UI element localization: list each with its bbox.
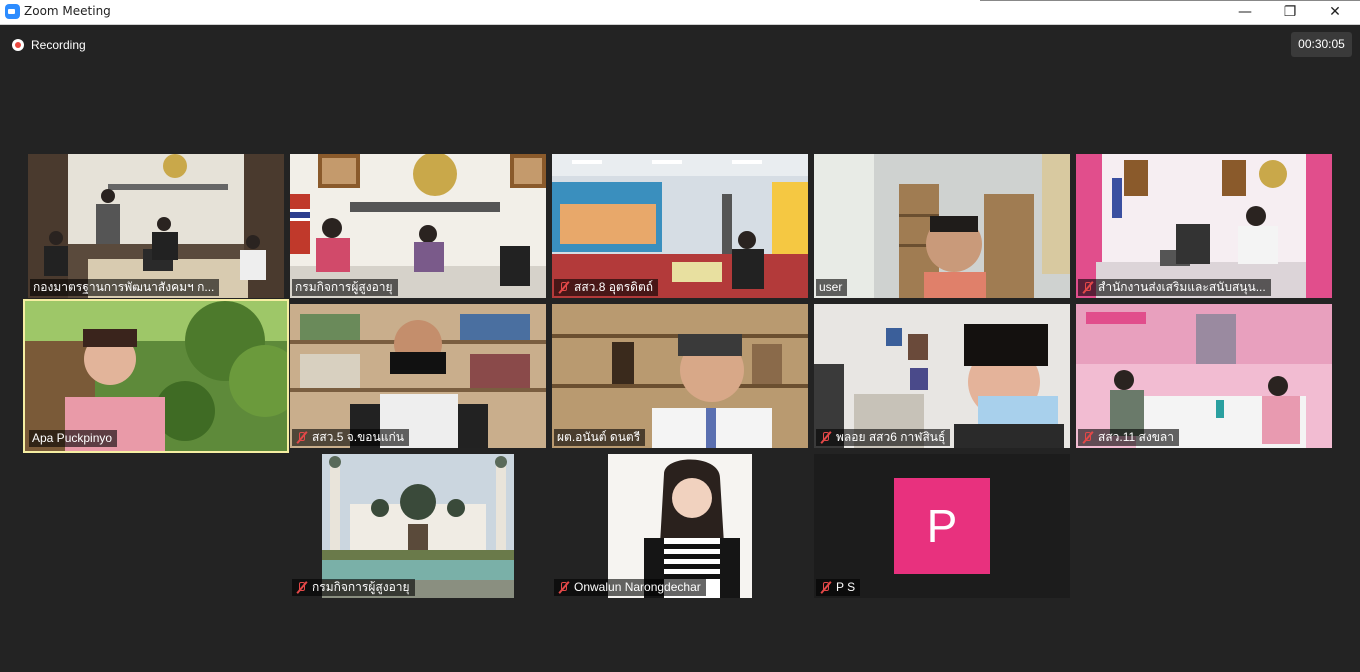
participant-name: สสว.5 จ.ขอนแก่น — [292, 429, 409, 446]
video-tile[interactable]: กรมกิจการผู้สูงอายุ — [290, 454, 546, 598]
record-dot-icon — [12, 39, 24, 51]
participant-name: สสว.8 อุตรดิตถ์ — [554, 279, 659, 296]
home-office-scene — [814, 154, 1070, 298]
office-scene — [28, 154, 284, 298]
pink-room-scene — [1076, 304, 1332, 448]
video-tile[interactable]: กรมกิจการผู้สูงอายุ — [290, 154, 546, 298]
title-divider — [980, 0, 1360, 1]
title-bar: Zoom Meeting — ❐ ✕ — [0, 0, 1360, 25]
virtual-background-garden — [25, 301, 287, 451]
participant-name: สำนักงานส่งเสริมและสนับสนุน... — [1078, 279, 1271, 296]
close-button[interactable]: ✕ — [1312, 0, 1358, 24]
participant-avatar: P — [894, 478, 990, 574]
mic-muted-icon — [557, 581, 570, 594]
mic-muted-icon — [557, 281, 570, 294]
zoom-logo-icon — [5, 4, 20, 19]
participant-name: Onwalun Narongdechar — [554, 579, 706, 596]
recording-indicator[interactable]: Recording — [12, 37, 86, 53]
mic-muted-icon — [295, 581, 308, 594]
mic-muted-icon — [295, 431, 308, 444]
participant-name: กองมาตรฐานการพัฒนาสังคมฯ ก... — [30, 279, 220, 296]
video-tile[interactable]: ผต.อนันต์ ดนตรี — [552, 304, 808, 448]
window-title: Zoom Meeting — [24, 4, 111, 18]
video-tile[interactable]: สสว.11 สงขลา — [1076, 304, 1332, 448]
mic-muted-icon — [1081, 281, 1094, 294]
participant-name: P S — [816, 579, 861, 596]
conference-scene — [290, 154, 546, 298]
video-tile-no-video[interactable]: P P S — [814, 454, 1070, 598]
participant-name: กรมกิจการผู้สูงอายุ — [292, 579, 415, 596]
office-wall-scene — [814, 304, 1070, 448]
video-tile[interactable]: Onwalun Narongdechar — [552, 454, 808, 598]
participant-name: พลอย สสว6 กาฬสินธุ์ — [816, 429, 951, 446]
participant-name: ผต.อนันต์ ดนตรี — [554, 429, 646, 446]
recording-label: Recording — [31, 38, 86, 52]
mic-muted-icon — [1081, 431, 1094, 444]
video-tile[interactable]: พลอย สสว6 กาฬสินธุ์ — [814, 304, 1070, 448]
meeting-room-scene — [1076, 154, 1332, 298]
executive-office-scene — [552, 304, 808, 448]
video-tile[interactable]: สสว.8 อุตรดิตถ์ — [552, 154, 808, 298]
participant-name: Apa Puckpinyo — [29, 430, 118, 447]
video-tile[interactable]: สำนักงานส่งเสริมและสนับสนุน... — [1076, 154, 1332, 298]
classroom-scene — [552, 154, 808, 298]
video-tile[interactable]: กองมาตรฐานการพัฒนาสังคมฯ ก... — [28, 154, 284, 298]
video-tile[interactable]: สสว.5 จ.ขอนแก่น — [290, 304, 546, 448]
video-tile-active-speaker[interactable]: Apa Puckpinyo — [23, 299, 289, 453]
participant-name: กรมกิจการผู้สูงอายุ — [292, 279, 398, 296]
mic-muted-icon — [819, 431, 832, 444]
meeting-timer: 00:30:05 — [1291, 32, 1352, 57]
mosque-photo — [290, 454, 546, 598]
participant-name: user — [816, 279, 848, 296]
video-tile[interactable]: user — [814, 154, 1070, 298]
profile-photo — [552, 454, 808, 598]
mic-muted-icon — [819, 581, 832, 594]
minimize-button[interactable]: — — [1222, 0, 1268, 24]
participant-name: สสว.11 สงขลา — [1078, 429, 1179, 446]
restore-button[interactable]: ❐ — [1267, 0, 1313, 24]
bookshelf-scene — [290, 304, 546, 448]
